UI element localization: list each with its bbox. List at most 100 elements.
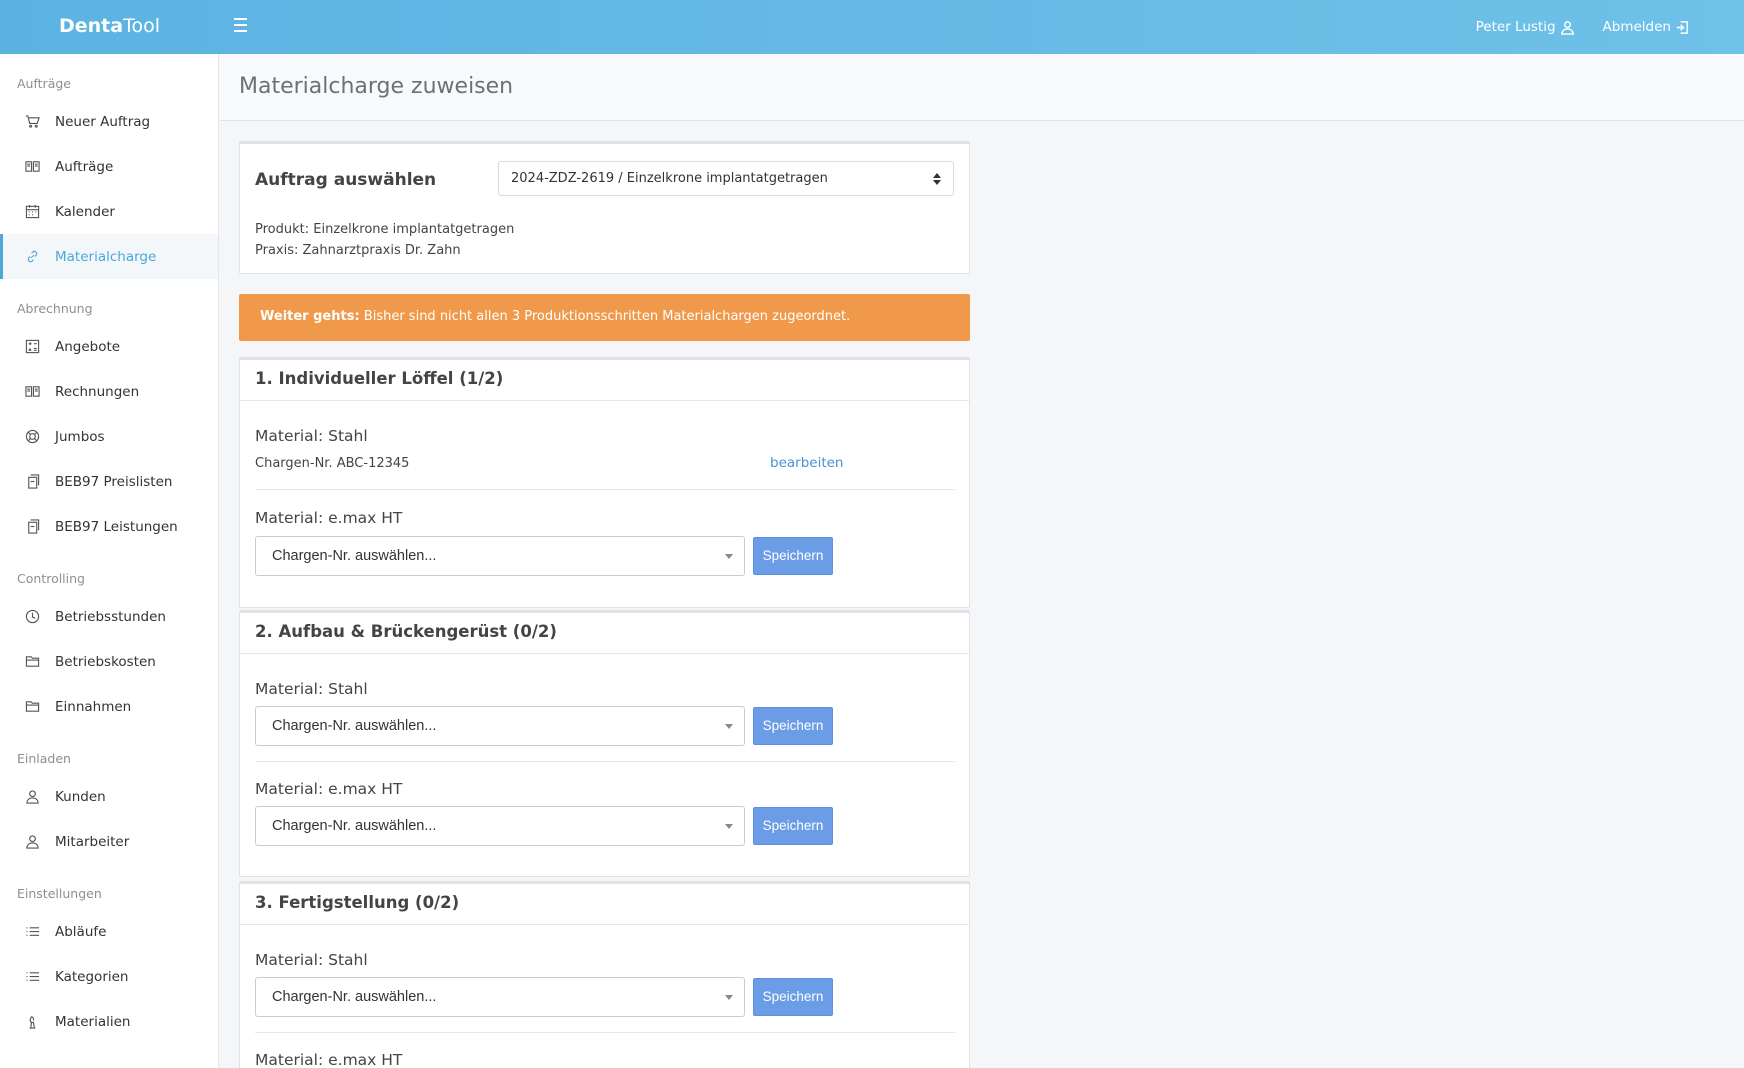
sidebar-item-label: Kunden: [55, 788, 106, 805]
logout-label: Abmelden: [1602, 19, 1671, 35]
charge-select-placeholder: Chargen-Nr. auswählen...: [272, 548, 437, 564]
top-navbar: DentaTool Peter Lustig Abmelden: [0, 0, 1744, 54]
step-title: 2. Aufbau & Brückengerüst (0/2): [240, 613, 969, 654]
book-icon: [24, 383, 41, 400]
step-card-2: 2. Aufbau & Brückengerüst (0/2) Material…: [239, 610, 970, 877]
divider: [255, 761, 955, 762]
folder-icon: [24, 653, 41, 670]
chess-icon: [24, 1013, 41, 1030]
sidebar-item-kunden[interactable]: Kunden: [0, 774, 218, 819]
copy-icon: [24, 518, 41, 535]
sidebar-item-label: Aufträge: [55, 158, 114, 175]
step-title: 1. Individueller Löffel (1/2): [240, 360, 969, 401]
charge-select[interactable]: Chargen-Nr. auswählen...: [255, 806, 745, 846]
sidebar-item-beb97-leistungen[interactable]: BEB97 Leistungen: [0, 504, 218, 549]
cart-icon: [24, 113, 41, 130]
sidebar-item-rechnungen[interactable]: Rechnungen: [0, 369, 218, 414]
material-title: Material: Stahl: [255, 427, 368, 445]
user-icon: [24, 833, 41, 850]
sidebar-item-label: Rechnungen: [55, 383, 140, 400]
caret-down-icon: [725, 824, 733, 829]
user-icon: [24, 788, 41, 805]
step-card-1: 1. Individueller Löffel (1/2) Material: …: [239, 357, 970, 608]
user-name: Peter Lustig: [1475, 19, 1556, 35]
order-select-value: 2024-ZDZ-2619 / Einzelkrone implantatget…: [511, 171, 828, 186]
alert-text: Bisher sind nicht allen 3 Produktionssch…: [359, 309, 851, 324]
sidebar-section-title: Controlling: [17, 571, 85, 586]
sidebar-item-label: Neuer Auftrag: [55, 113, 151, 130]
charge-select-placeholder: Chargen-Nr. auswählen...: [272, 818, 437, 834]
material-title: Material: e.max HT: [255, 1051, 403, 1068]
sidebar-item-label: Materialcharge: [55, 248, 157, 265]
folder-icon: [24, 698, 41, 715]
logout-icon: [1676, 20, 1688, 34]
user-profile-link[interactable]: Peter Lustig: [1476, 19, 1575, 35]
calendar-icon: [24, 203, 41, 220]
divider: [255, 489, 955, 490]
sidebar-section-title: Aufträge: [17, 76, 71, 91]
charge-select-placeholder: Chargen-Nr. auswählen...: [272, 989, 437, 1005]
sidebar-item-abläufe[interactable]: Abläufe: [0, 909, 218, 954]
copy-icon: [24, 473, 41, 490]
charge-select[interactable]: Chargen-Nr. auswählen...: [255, 977, 745, 1017]
sidebar-item-label: Materialien: [55, 1013, 131, 1030]
sidebar-item-kalender[interactable]: Kalender: [0, 189, 218, 234]
sidebar-item-beb97-preislisten[interactable]: BEB97 Preislisten: [0, 459, 218, 504]
sidebar-item-kategorien[interactable]: Kategorien: [0, 954, 218, 999]
lifebuoy-icon: [24, 428, 41, 445]
sidebar-item-betriebsstunden[interactable]: Betriebsstunden: [0, 594, 218, 639]
caret-down-icon: [725, 724, 733, 729]
sidebar-item-angebote[interactable]: Angebote: [0, 324, 218, 369]
page-title: Materialcharge zuweisen: [239, 74, 514, 99]
list-icon: [24, 968, 41, 985]
hamburger-menu-icon[interactable]: [232, 14, 252, 36]
order-select-card: Auftrag auswählen 2024-ZDZ-2619 / Einzel…: [239, 141, 970, 274]
order-select-label: Auftrag auswählen: [255, 170, 437, 190]
sidebar-item-jumbos[interactable]: Jumbos: [0, 414, 218, 459]
sidebar-item-materialcharge[interactable]: Materialcharge: [0, 234, 218, 279]
brand-logo[interactable]: DentaTool: [0, 0, 219, 54]
order-info: Produkt: Einzelkrone implantatgetragen P…: [255, 219, 514, 261]
list-icon: [24, 923, 41, 940]
sidebar-item-neuer-auftrag[interactable]: Neuer Auftrag: [0, 99, 218, 144]
sidebar-item-aufträge[interactable]: Aufträge: [0, 144, 218, 189]
save-button[interactable]: Speichern: [753, 537, 833, 575]
order-select[interactable]: 2024-ZDZ-2619 / Einzelkrone implantatget…: [498, 161, 954, 196]
sidebar-item-einnahmen[interactable]: Einnahmen: [0, 684, 218, 729]
alert-strong: Weiter gehts:: [260, 309, 360, 324]
charge-number: Chargen-Nr. ABC-12345: [255, 456, 410, 471]
sidebar: Aufträge Neuer Auftrag Aufträge Kalender Mat…: [0, 54, 219, 1068]
step-card-3: 3. Fertigstellung (0/2) Material: Stahl …: [239, 881, 970, 1068]
order-product: Produkt: Einzelkrone implantatgetragen: [255, 222, 515, 237]
sidebar-item-label: BEB97 Preislisten: [55, 473, 173, 490]
order-practice: Praxis: Zahnarztpraxis Dr. Zahn: [255, 243, 461, 258]
sidebar-section-title: Einladen: [17, 751, 71, 766]
charge-select[interactable]: Chargen-Nr. auswählen...: [255, 706, 745, 746]
sidebar-item-label: Betriebskosten: [55, 653, 156, 670]
sidebar-item-betriebskosten[interactable]: Betriebskosten: [0, 639, 218, 684]
select-arrows-icon: [933, 172, 941, 186]
save-button[interactable]: Speichern: [753, 707, 833, 745]
calculator-icon: [24, 338, 41, 355]
material-title: Material: e.max HT: [255, 509, 403, 527]
logout-link[interactable]: Abmelden: [1603, 19, 1690, 35]
charge-select-placeholder: Chargen-Nr. auswählen...: [272, 718, 437, 734]
sidebar-section-title: Abrechnung: [17, 301, 93, 316]
sidebar-item-mitarbeiter[interactable]: Mitarbeiter: [0, 819, 218, 864]
sidebar-item-label: Angebote: [55, 338, 121, 355]
save-button[interactable]: Speichern: [753, 978, 833, 1016]
caret-down-icon: [725, 554, 733, 559]
brand-part-1: Denta: [59, 15, 124, 37]
sidebar-item-label: Abläufe: [55, 923, 107, 940]
clock-icon: [24, 608, 41, 625]
charge-select[interactable]: Chargen-Nr. auswählen...: [255, 536, 745, 576]
sidebar-item-materialien[interactable]: Materialien: [0, 999, 218, 1044]
save-button[interactable]: Speichern: [753, 807, 833, 845]
sidebar-item-label: Kategorien: [55, 968, 129, 985]
step-title: 3. Fertigstellung (0/2): [240, 884, 969, 925]
warning-alert: Weiter gehts: Bisher sind nicht allen 3 …: [239, 294, 970, 341]
edit-link[interactable]: bearbeiten: [770, 455, 843, 471]
sidebar-item-label: Betriebsstunden: [55, 608, 166, 625]
sidebar-item-label: Kalender: [55, 203, 115, 220]
caret-down-icon: [725, 995, 733, 1000]
